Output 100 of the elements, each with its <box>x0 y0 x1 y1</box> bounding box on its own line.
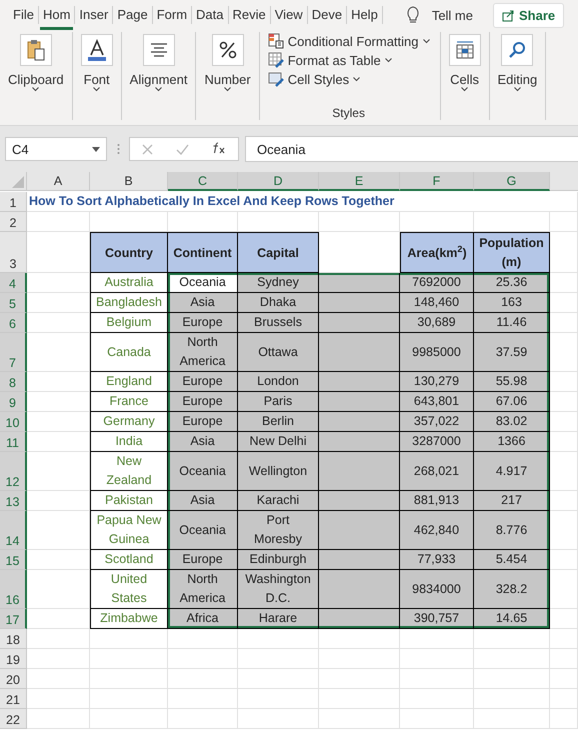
empty-cell <box>168 629 238 649</box>
empty-cell <box>168 649 238 669</box>
row-number[interactable]: 1 <box>0 192 27 212</box>
row-number[interactable]: 14 <box>0 511 27 550</box>
ribbon-button[interactable] <box>448 34 481 66</box>
ribbon-button[interactable] <box>212 34 244 66</box>
row-number[interactable]: 13 <box>0 491 27 511</box>
name-box[interactable]: C4 <box>5 137 107 161</box>
row-number[interactable]: 7 <box>0 333 27 372</box>
table-cell: 357,022 <box>400 412 474 432</box>
table-cell: 8.776 <box>474 511 550 550</box>
table-cell: 7692000 <box>400 273 474 293</box>
row-number[interactable]: 3 <box>0 232 27 273</box>
tell-me-field[interactable]: Tell me <box>432 8 473 22</box>
chevron-down-icon <box>155 87 162 92</box>
lightbulb-icon <box>406 6 420 24</box>
column-header[interactable]: B <box>90 172 168 191</box>
ribbon-button[interactable] <box>20 34 52 66</box>
function-icon <box>212 142 226 154</box>
checkmark-icon[interactable] <box>176 144 189 154</box>
column-header[interactable]: G <box>474 172 550 191</box>
row-number[interactable]: 5 <box>0 293 27 313</box>
ribbon-tab[interactable]: Page <box>114 0 151 30</box>
empty-cell <box>550 192 578 212</box>
table-cell: 268,021 <box>400 452 474 491</box>
ribbon-button[interactable] <box>501 34 534 66</box>
table-cell: Washington D.C. <box>238 570 319 609</box>
ribbon-menu-button[interactable]: Format as Table <box>268 52 430 68</box>
table-cell: 148,460 <box>400 293 474 313</box>
ribbon-tab[interactable]: Form <box>154 0 190 30</box>
column-heading: Population (m) <box>474 232 550 273</box>
table-cell: Brussels <box>238 313 319 333</box>
ribbon-button[interactable] <box>142 34 175 66</box>
table-cell: Asia <box>168 293 238 313</box>
ribbon-menu-button[interactable]: Cell Styles <box>268 71 430 87</box>
share-button[interactable]: Share <box>493 2 564 28</box>
row-number[interactable]: 18 <box>0 629 27 649</box>
row-number[interactable]: 15 <box>0 550 27 570</box>
row-number[interactable]: 20 <box>0 669 27 689</box>
table-cell: 328.2 <box>474 570 550 609</box>
chevron-down-icon <box>32 87 40 92</box>
table-cell: 643,801 <box>400 392 474 412</box>
row-number[interactable]: 19 <box>0 649 27 669</box>
table-cell: 9834000 <box>400 570 474 609</box>
table-cell: Europe <box>168 412 238 432</box>
ribbon-tab[interactable]: Deve <box>308 0 346 30</box>
column-header[interactable]: E <box>319 172 400 191</box>
column-heading: Area(km$^{2}$) <box>400 232 474 273</box>
empty-cell <box>550 232 578 273</box>
table-cell: 11.46 <box>474 313 550 333</box>
drag-handle-icon[interactable] <box>116 143 120 155</box>
column-header[interactable]: C <box>168 172 238 191</box>
ribbon-tab[interactable]: Data <box>193 0 226 30</box>
row-number[interactable]: 16 <box>0 570 27 609</box>
row-number[interactable]: 9 <box>0 392 27 412</box>
row-number[interactable]: 8 <box>0 372 27 392</box>
share-icon <box>502 8 515 22</box>
row-number[interactable]: 4 <box>0 273 27 293</box>
ribbon-tab[interactable]: Revie <box>230 0 269 30</box>
column-header[interactable]: F <box>400 172 474 191</box>
empty-cell <box>550 570 578 609</box>
table-cell: Europe <box>168 392 238 412</box>
table-cell: Oceania <box>168 511 238 550</box>
table-cell: Wellington <box>238 452 319 491</box>
chevron-down-icon <box>422 38 430 44</box>
empty-cell <box>550 649 578 669</box>
ribbon-menu-button[interactable]: Conditional Formatting <box>268 33 430 49</box>
format-table-icon <box>268 52 284 68</box>
row-number[interactable]: 2 <box>0 212 27 232</box>
row-number[interactable]: 12 <box>0 452 27 491</box>
table-cell: Karachi <box>238 491 319 511</box>
row-number[interactable]: 22 <box>0 709 27 729</box>
table-cell: New Delhi <box>238 432 319 452</box>
row-number[interactable]: 11 <box>0 432 27 452</box>
ribbon-tab[interactable]: Inser <box>76 0 112 30</box>
row-number[interactable]: 21 <box>0 689 27 709</box>
ribbon-tab[interactable]: File <box>10 0 37 30</box>
row-number[interactable]: 10 <box>0 412 27 432</box>
dropdown-icon <box>92 146 100 152</box>
table-cell: 462,840 <box>400 511 474 550</box>
table-cell: 3287000 <box>400 432 474 452</box>
table-cell: 67.06 <box>474 392 550 412</box>
column-header[interactable]: A <box>27 172 90 191</box>
ribbon-tab[interactable]: Help <box>348 0 381 30</box>
table-cell: North America <box>168 333 238 372</box>
table-cell: Asia <box>168 432 238 452</box>
cells-icon <box>454 40 475 60</box>
column-header[interactable]: D <box>238 172 319 191</box>
table-cell: Port Moresby <box>238 511 319 550</box>
formula-input[interactable]: Oceania <box>245 136 578 162</box>
group-label: Editing <box>498 72 538 87</box>
column-heading: Country <box>90 232 168 273</box>
ribbon-button[interactable] <box>80 34 113 66</box>
table-cell: 25.36 <box>474 273 550 293</box>
row-number[interactable]: 17 <box>0 609 27 629</box>
table-cell: 163 <box>474 293 550 313</box>
group-label: Styles <box>332 106 365 120</box>
row-number[interactable]: 6 <box>0 313 27 333</box>
empty-cell <box>550 669 578 689</box>
ribbon-tab[interactable]: View <box>272 0 306 30</box>
